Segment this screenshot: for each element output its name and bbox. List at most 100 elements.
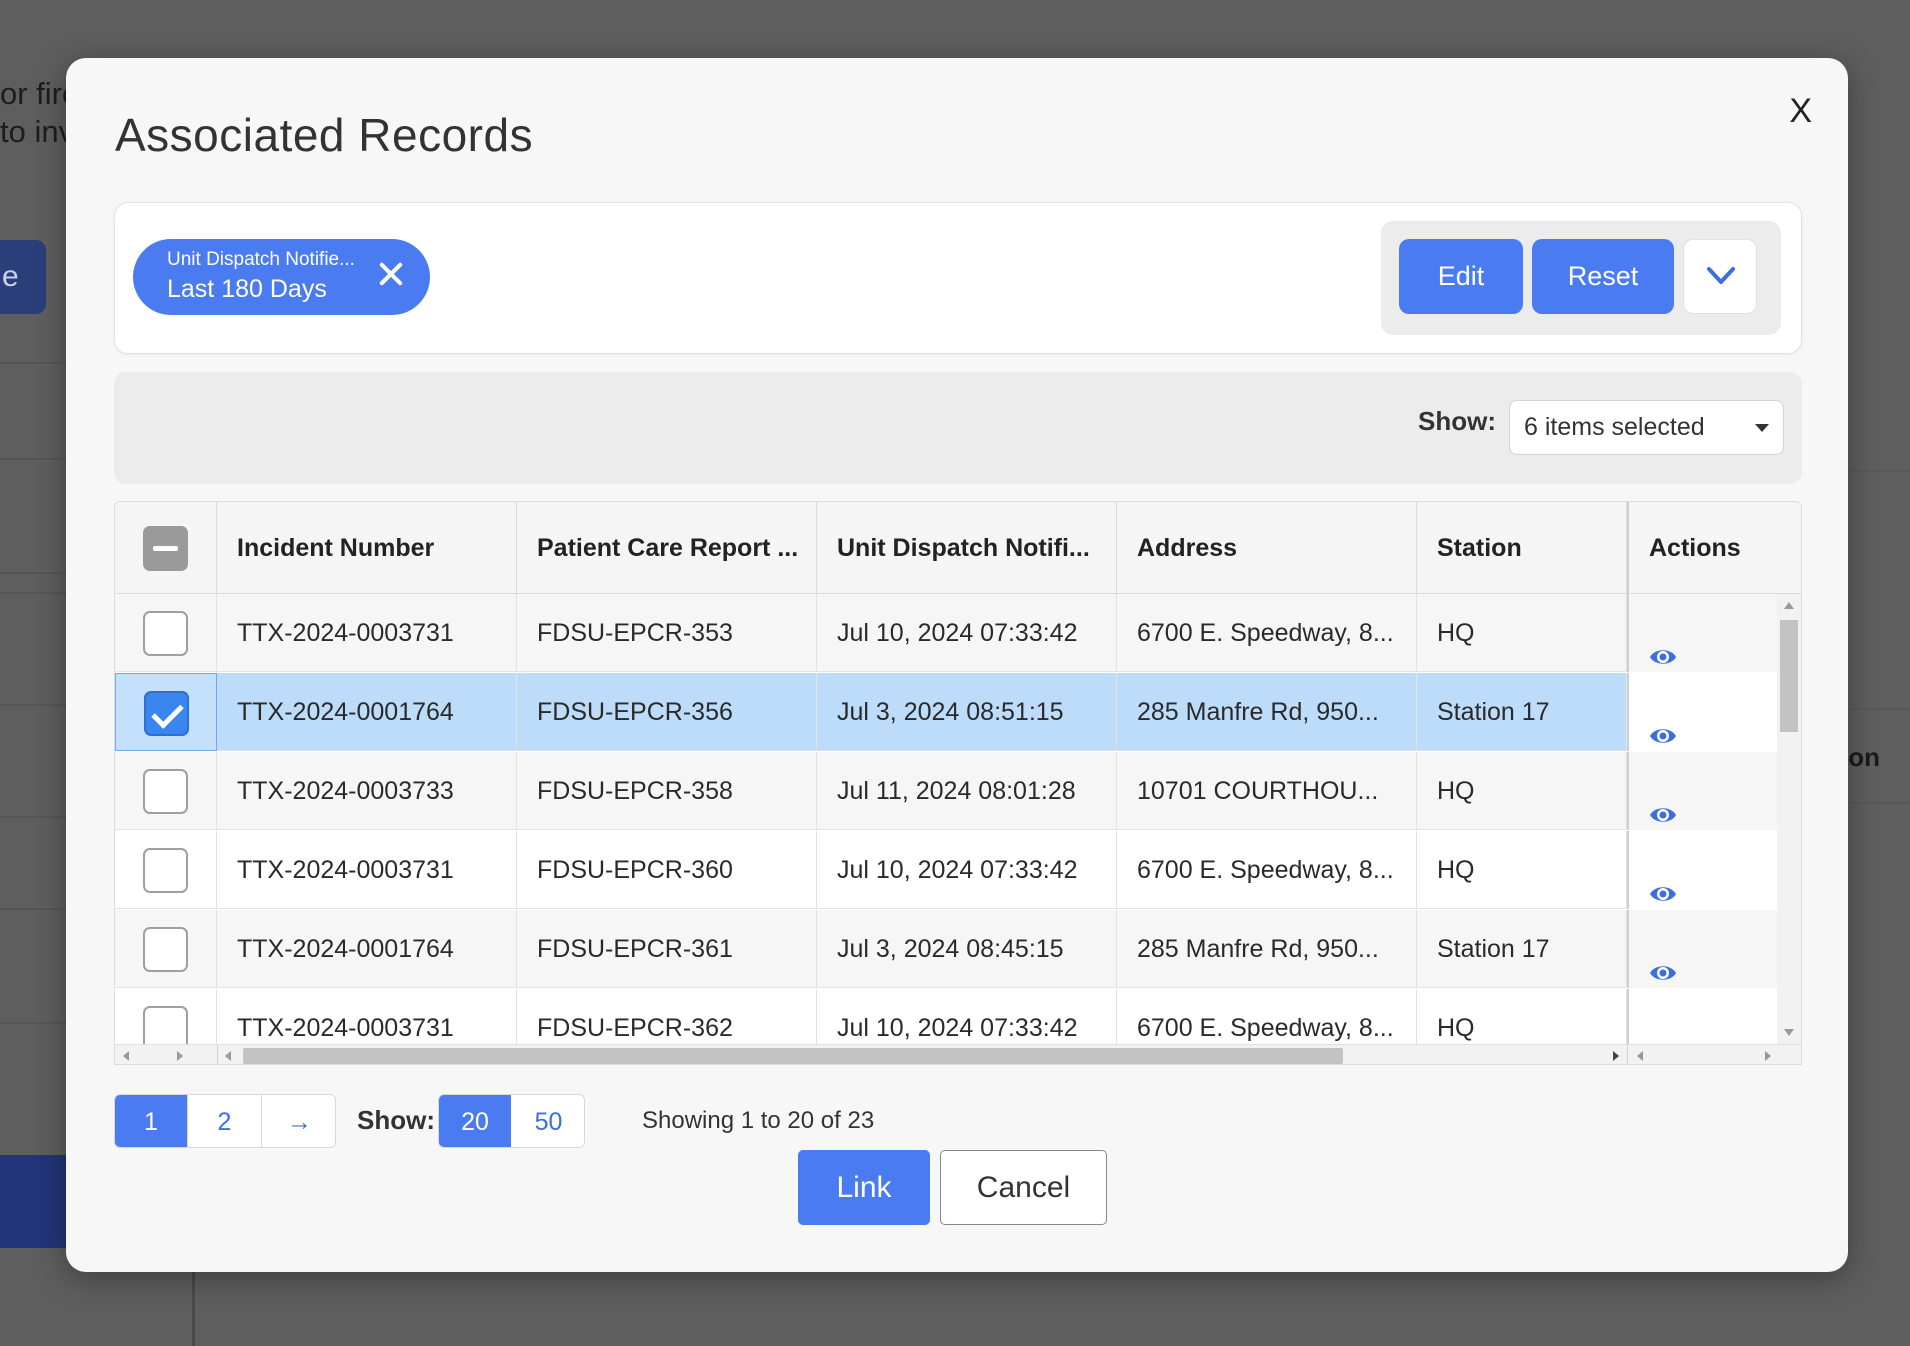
table-row[interactable]: TTX-2024-0001764 FDSU-EPCR-361 Jul 3, 2024… <box>115 910 1801 988</box>
eye-icon[interactable] <box>1649 621 1677 672</box>
horizontal-scroll-thumb[interactable] <box>243 1048 1343 1064</box>
cell-address: 6700 E. Speedway, 8... <box>1117 831 1417 909</box>
cell-station: HQ <box>1417 831 1627 909</box>
background-divider <box>1850 708 1910 710</box>
background-divider <box>0 592 66 594</box>
background-divider <box>0 1022 66 1024</box>
eye-icon[interactable] <box>1649 937 1677 988</box>
scroll-left-icon[interactable] <box>225 1051 231 1061</box>
horizontal-scrollbar[interactable] <box>115 1044 1801 1064</box>
columns-select[interactable]: 6 items selected <box>1509 400 1784 455</box>
scroll-right-icon[interactable] <box>1765 1051 1771 1061</box>
cell-actions <box>1627 989 1801 1044</box>
eye-icon[interactable] <box>1649 858 1677 909</box>
page-size-20-button[interactable]: 20 <box>439 1095 511 1147</box>
cell-station: Station 17 <box>1417 910 1627 988</box>
vertical-scroll-thumb[interactable] <box>1780 620 1798 732</box>
scroll-right-icon[interactable] <box>177 1051 183 1061</box>
row-checkbox[interactable] <box>143 611 188 656</box>
cell-patient-care-report: FDSU-EPCR-360 <box>517 831 817 909</box>
cell-patient-care-report: FDSU-EPCR-358 <box>517 752 817 830</box>
eye-icon[interactable] <box>1649 700 1677 751</box>
cell-station: HQ <box>1417 594 1627 672</box>
page-2-button[interactable]: 2 <box>188 1095 262 1147</box>
background-divider <box>0 362 66 364</box>
scroll-left-icon[interactable] <box>123 1051 129 1061</box>
cell-select <box>115 989 217 1044</box>
cell-actions <box>1627 910 1801 988</box>
cell-actions <box>1627 831 1801 909</box>
records-table: Incident Number Patient Care Report ... … <box>114 501 1802 1065</box>
expand-filters-button[interactable] <box>1683 239 1757 314</box>
table-row[interactable]: TTX-2024-0003731 FDSU-EPCR-353 Jul 10, 202… <box>115 594 1801 672</box>
background-button: e <box>0 240 46 314</box>
next-page-button[interactable]: → <box>262 1095 335 1147</box>
background-divider <box>0 458 66 460</box>
close-button[interactable]: X <box>1789 92 1812 131</box>
cell-incident-number: TTX-2024-0001764 <box>217 910 517 988</box>
row-checkbox[interactable] <box>143 848 188 893</box>
cell-select <box>115 594 217 672</box>
pagination: 1 2 → <box>114 1094 336 1148</box>
background-divider <box>192 1272 195 1346</box>
eye-icon[interactable] <box>1649 1016 1677 1044</box>
scroll-divider <box>217 1045 218 1064</box>
filter-chip[interactable]: Unit Dispatch Notifie... Last 180 Days <box>133 239 430 315</box>
scroll-divider <box>1627 1045 1628 1064</box>
pagination-summary: Showing 1 to 20 of 23 <box>642 1107 875 1134</box>
background-panel <box>0 1155 66 1248</box>
table-body: TTX-2024-0003731 FDSU-EPCR-353 Jul 10, 202… <box>115 594 1801 1044</box>
header-unit-dispatch[interactable]: Unit Dispatch Notifi... <box>817 502 1117 594</box>
select-all-checkbox[interactable] <box>143 526 188 571</box>
table-row[interactable]: TTX-2024-0003733 FDSU-EPCR-358 Jul 11, 202… <box>115 752 1801 830</box>
scroll-down-icon[interactable] <box>1784 1029 1794 1036</box>
row-checkbox[interactable] <box>144 691 189 736</box>
background-divider <box>0 704 66 706</box>
header-address[interactable]: Address <box>1117 502 1417 594</box>
scroll-right-icon[interactable] <box>1613 1051 1619 1061</box>
background-divider <box>1850 802 1910 804</box>
row-checkbox[interactable] <box>143 769 188 814</box>
cancel-button[interactable]: Cancel <box>940 1150 1107 1225</box>
table-row[interactable]: TTX-2024-0003731 FDSU-EPCR-362 Jul 10, 202… <box>115 989 1801 1044</box>
table-row[interactable]: TTX-2024-0003731 FDSU-EPCR-360 Jul 10, 202… <box>115 831 1801 909</box>
reset-button[interactable]: Reset <box>1532 239 1674 314</box>
table-row[interactable]: TTX-2024-0001764 FDSU-EPCR-356 Jul 3, 2024… <box>115 673 1801 751</box>
cell-unit-dispatch: Jul 10, 2024 07:33:42 <box>817 989 1117 1044</box>
filter-chip-field: Unit Dispatch Notifie... <box>167 249 355 270</box>
scroll-left-icon[interactable] <box>1637 1051 1643 1061</box>
cell-select <box>115 752 217 830</box>
edit-button[interactable]: Edit <box>1399 239 1523 314</box>
scroll-up-icon[interactable] <box>1784 602 1794 609</box>
cell-unit-dispatch: Jul 3, 2024 08:45:15 <box>817 910 1117 988</box>
cell-patient-care-report: FDSU-EPCR-362 <box>517 989 817 1044</box>
cell-station: HQ <box>1417 752 1627 830</box>
vertical-scrollbar[interactable] <box>1777 594 1801 1044</box>
page-size-selector: 20 50 <box>438 1094 585 1148</box>
link-button[interactable]: Link <box>798 1150 930 1225</box>
cell-unit-dispatch: Jul 3, 2024 08:51:15 <box>817 673 1117 751</box>
background-divider <box>1850 470 1910 472</box>
cell-incident-number: TTX-2024-0001764 <box>217 673 517 751</box>
cell-actions <box>1627 752 1801 830</box>
row-checkbox[interactable] <box>143 927 188 972</box>
cell-incident-number: TTX-2024-0003733 <box>217 752 517 830</box>
header-patient-care-report[interactable]: Patient Care Report ... <box>517 502 817 594</box>
row-checkbox[interactable] <box>143 1006 188 1044</box>
eye-icon[interactable] <box>1649 779 1677 830</box>
columns-select-value: 6 items selected <box>1524 413 1705 441</box>
background-divider <box>0 816 66 818</box>
remove-filter-icon[interactable] <box>376 257 406 293</box>
cell-actions <box>1627 673 1801 751</box>
cell-address: 285 Manfre Rd, 950... <box>1117 673 1417 751</box>
cell-station: Station 17 <box>1417 673 1627 751</box>
show-columns-label: Show: <box>1418 406 1496 436</box>
header-incident-number[interactable]: Incident Number <box>217 502 517 594</box>
page-size-50-button[interactable]: 50 <box>511 1095 584 1147</box>
cell-unit-dispatch: Jul 10, 2024 07:33:42 <box>817 594 1117 672</box>
header-station[interactable]: Station <box>1417 502 1627 594</box>
cell-unit-dispatch: Jul 10, 2024 07:33:42 <box>817 831 1117 909</box>
background-divider <box>0 572 66 574</box>
page-1-button[interactable]: 1 <box>115 1095 188 1147</box>
cell-patient-care-report: FDSU-EPCR-356 <box>517 673 817 751</box>
